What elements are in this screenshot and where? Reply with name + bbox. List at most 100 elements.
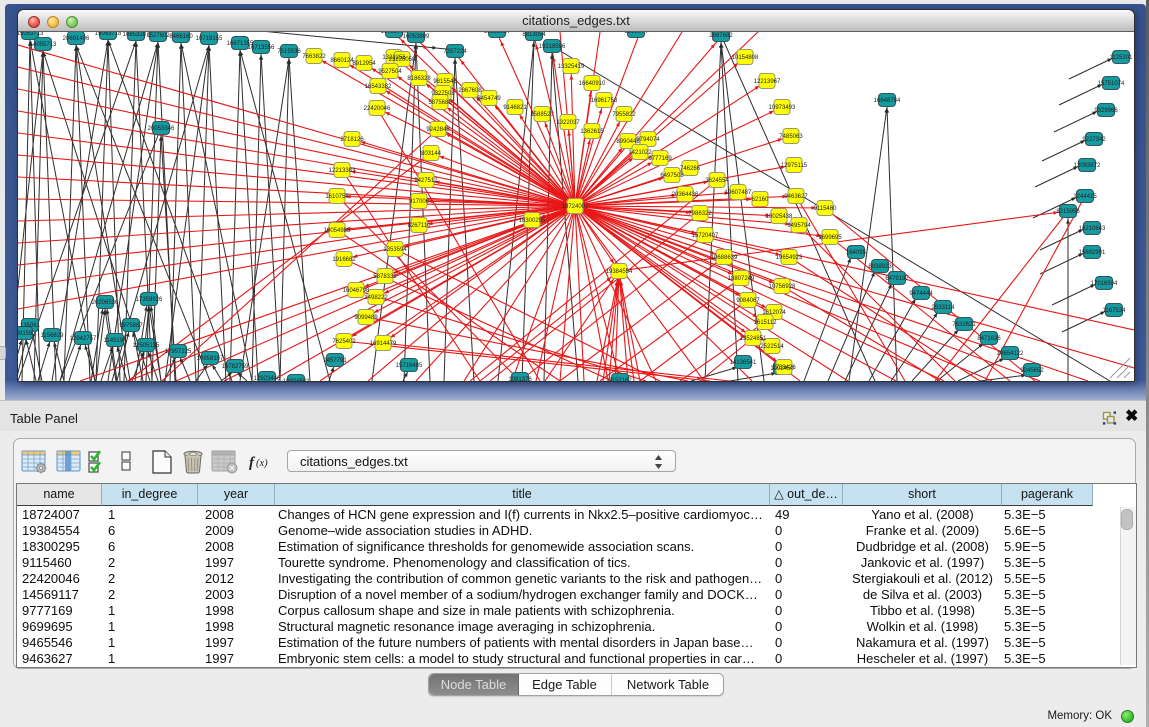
svg-text:8912954: 8912954 [352, 61, 376, 67]
svg-text:19654923: 19654923 [776, 255, 803, 261]
svg-text:7515536: 7515536 [277, 49, 301, 55]
svg-text:16543382: 16543382 [365, 84, 392, 90]
svg-text:9245652: 9245652 [1020, 368, 1044, 374]
svg-text:12093872: 12093872 [1074, 163, 1101, 169]
svg-text:9099489: 9099489 [354, 315, 378, 321]
svg-text:16961758: 16961758 [591, 98, 618, 104]
svg-text:2887682: 2887682 [709, 33, 733, 39]
svg-text:13325419: 13325419 [558, 64, 585, 70]
svg-text:1244415: 1244415 [1073, 194, 1097, 200]
svg-text:17957225: 17957225 [165, 349, 192, 355]
svg-text:10719155: 10719155 [196, 36, 223, 42]
svg-text:9146821: 9146821 [503, 105, 527, 111]
svg-text:7986322: 7986322 [688, 211, 712, 217]
svg-text:15751074: 15751074 [1098, 81, 1125, 87]
svg-text:6497508: 6497508 [660, 173, 684, 179]
svg-text:15716485: 15716485 [396, 363, 423, 369]
svg-text:10154808: 10154808 [732, 55, 759, 61]
svg-text:7663822: 7663822 [302, 54, 326, 60]
svg-text:19384554: 19384554 [606, 269, 633, 275]
svg-text:1353594: 1353594 [383, 247, 407, 253]
svg-text:17359926: 17359926 [136, 297, 163, 303]
svg-text:15720407: 15720407 [692, 233, 719, 239]
svg-text:2867608: 2867608 [458, 88, 482, 94]
svg-text:16914479: 16914479 [370, 341, 397, 347]
svg-text:12975115: 12975115 [781, 163, 808, 169]
svg-text:1362615: 1362615 [580, 129, 604, 135]
svg-text:1588520: 1588520 [530, 112, 554, 118]
svg-text:9242848: 9242848 [426, 127, 450, 133]
svg-text:1733426: 1733426 [772, 365, 796, 371]
svg-text:6466160: 6466160 [169, 34, 193, 40]
svg-text:22420046: 22420046 [364, 106, 391, 112]
svg-text:8471636: 8471636 [977, 336, 1001, 342]
svg-text:1322037: 1322037 [556, 120, 580, 126]
svg-text:16713556: 16713556 [248, 45, 275, 51]
svg-text:3624554: 3624554 [705, 178, 729, 184]
svg-text:9115460: 9115460 [814, 206, 838, 212]
svg-text:1527602: 1527602 [146, 33, 170, 39]
svg-text:20053346: 20053346 [148, 126, 175, 132]
svg-text:12923446: 12923446 [254, 376, 281, 381]
svg-text:10654122: 10654122 [997, 351, 1024, 357]
svg-text:20364436: 20364436 [672, 192, 699, 198]
svg-text:18300295: 18300295 [519, 218, 546, 224]
svg-text:9699695: 9699695 [818, 235, 842, 241]
svg-text:17016504: 17016504 [1091, 281, 1118, 287]
svg-text:20691406: 20691406 [63, 36, 90, 42]
svg-text:164095: 164095 [846, 250, 867, 256]
svg-text:2933114: 2933114 [932, 305, 956, 311]
svg-text:62160: 62160 [752, 197, 769, 203]
svg-text:9152162: 9152162 [608, 378, 632, 381]
svg-text:10973493: 10973493 [769, 105, 796, 111]
svg-text:8813054: 8813054 [522, 32, 546, 38]
svg-text:1916682: 1916682 [332, 257, 356, 263]
svg-text:12213383: 12213383 [329, 168, 356, 174]
svg-text:2522514: 2522514 [760, 344, 784, 350]
svg-text:19218596: 19218596 [539, 44, 566, 50]
svg-text:14136541: 14136541 [730, 360, 757, 366]
svg-text:19053719: 19053719 [381, 32, 408, 35]
svg-text:1125301: 1125301 [1110, 55, 1134, 61]
svg-text:7625402: 7625402 [332, 339, 356, 345]
svg-text:8660124: 8660124 [330, 58, 354, 64]
svg-text:9329966: 9329966 [1094, 108, 1118, 114]
svg-text:8215958: 8215958 [1056, 209, 1080, 215]
svg-text:803144: 803144 [421, 151, 442, 157]
svg-text:9427512: 9427512 [414, 178, 438, 184]
svg-text:9474444: 9474444 [909, 291, 933, 297]
svg-text:9975887: 9975887 [119, 323, 143, 329]
svg-text:1612074: 1612074 [762, 310, 786, 316]
svg-text:14055713: 14055713 [30, 42, 57, 48]
svg-text:7632621: 7632621 [952, 322, 976, 328]
svg-text:19054985: 19054985 [324, 228, 351, 234]
svg-text:1615112: 1615112 [754, 320, 778, 326]
svg-text:39159: 39159 [18, 331, 33, 337]
svg-text:20206536: 20206536 [92, 300, 119, 306]
svg-text:746266: 746266 [680, 166, 701, 172]
svg-text:9794074: 9794074 [636, 137, 660, 143]
svg-text:8267110: 8267110 [408, 223, 432, 229]
svg-text:9457791: 9457791 [323, 358, 347, 364]
svg-text:8813074: 8813074 [624, 32, 648, 35]
svg-text:f: f [249, 455, 256, 471]
svg-text:917006: 917006 [409, 199, 430, 205]
svg-text:12942757: 12942757 [70, 336, 97, 342]
svg-text:8454749: 8454749 [477, 96, 501, 102]
svg-text:5875685: 5875685 [428, 100, 452, 106]
svg-text:9527504: 9527504 [378, 69, 402, 75]
svg-text:10553287: 10553287 [484, 32, 511, 35]
svg-text:10688639: 10688639 [711, 255, 738, 261]
svg-text:16210643: 16210643 [1079, 226, 1106, 232]
svg-text:8186328: 8186328 [407, 76, 431, 82]
svg-text:18807249: 18807249 [728, 276, 755, 282]
svg-text:8938923: 8938923 [868, 264, 892, 270]
svg-text:9495794: 9495794 [787, 223, 811, 229]
svg-text:16640910: 16640910 [579, 81, 606, 87]
svg-text:1145194: 1145194 [104, 338, 128, 344]
svg-text:16648784: 16648784 [874, 98, 901, 104]
svg-text:1498222: 1498222 [364, 295, 388, 301]
svg-text:135061: 135061 [20, 323, 41, 329]
svg-text:10025438: 10025438 [766, 214, 793, 220]
svg-text:7485063: 7485063 [779, 134, 803, 140]
